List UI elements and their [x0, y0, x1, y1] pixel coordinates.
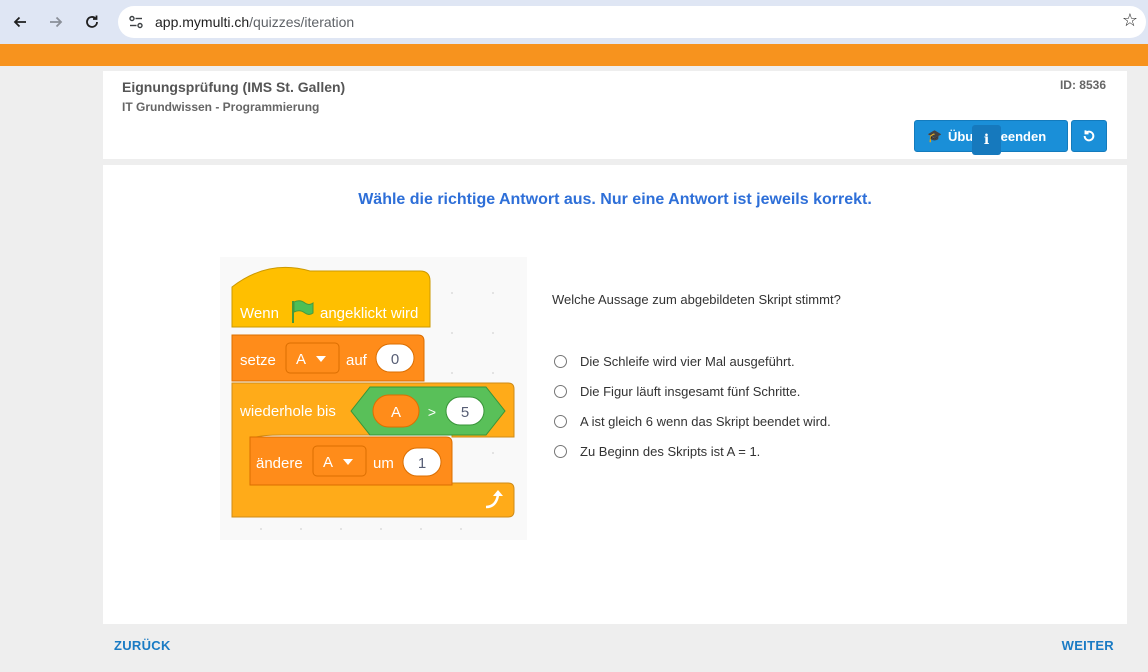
scratch-script-image: Wenn angeklickt wird setze A auf 0 wiede…	[220, 257, 527, 540]
hat-label-2: angeklickt wird	[320, 305, 418, 322]
hat-label-1: Wenn	[240, 305, 279, 322]
quiz-subtitle: IT Grundwissen - Programmierung	[122, 100, 320, 114]
change-var: A	[323, 454, 333, 471]
change-by-label: um	[373, 455, 394, 472]
reload-icon[interactable]	[80, 10, 104, 34]
url-host: app.mymulti.ch	[155, 14, 250, 30]
radio-button[interactable]	[554, 444, 567, 458]
restart-button[interactable]	[1071, 120, 1107, 152]
radio-button[interactable]	[554, 354, 567, 368]
back-arrow-icon[interactable]	[8, 10, 32, 34]
repeat-label: wiederhole bis	[239, 403, 336, 420]
cond-op: >	[428, 404, 436, 420]
answer-option[interactable]: Die Figur läuft insgesamt fünf Schritte.	[554, 382, 800, 400]
restart-icon	[1083, 130, 1095, 142]
browser-toolbar: app.mymulti.ch/quizzes/iteration ☆	[0, 0, 1148, 44]
answer-option-label: Die Figur läuft insgesamt fünf Schritte.	[580, 383, 801, 399]
set-var-dropdown	[285, 342, 340, 374]
next-link[interactable]: WEITER	[1062, 638, 1114, 653]
radio-button[interactable]	[554, 384, 567, 398]
url-path: /quizzes/iteration	[249, 14, 355, 30]
back-link[interactable]: ZURÜCK	[114, 638, 171, 653]
set-to-label: auf	[346, 352, 368, 369]
set-value: 0	[391, 351, 399, 368]
answer-option[interactable]: A ist gleich 6 wenn das Skript beendet w…	[554, 412, 831, 430]
quiz-id: ID: 8536	[1059, 78, 1106, 92]
answer-option-label: Die Schleife wird vier Mal ausgeführt.	[580, 353, 795, 369]
question-text: Welche Aussage zum abgebildeten Skript s…	[552, 292, 841, 307]
cond-value: 5	[461, 404, 469, 421]
answer-option[interactable]: Zu Beginn des Skripts ist A = 1.	[554, 442, 760, 460]
star-icon[interactable]: ☆	[1122, 10, 1138, 31]
instruction-text: Wähle die richtige Antwort aus. Nur eine…	[358, 191, 872, 208]
question-card: Wähle die richtige Antwort aus. Nur eine…	[103, 165, 1127, 624]
answer-option[interactable]: Die Schleife wird vier Mal ausgeführt.	[554, 352, 795, 370]
radio-button[interactable]	[554, 414, 567, 428]
set-label: setze	[240, 352, 276, 369]
tune-icon[interactable]	[128, 14, 144, 30]
address-bar[interactable]: app.mymulti.ch/quizzes/iteration ☆	[118, 6, 1146, 38]
forward-arrow-icon[interactable]	[44, 10, 68, 34]
answer-option-label: Zu Beginn des Skripts ist A = 1.	[580, 443, 761, 459]
graduation-cap-icon: 🎓	[927, 129, 942, 143]
set-var: A	[296, 351, 306, 368]
change-value: 1	[418, 455, 426, 472]
url-text: app.mymulti.ch/quizzes/iteration	[155, 14, 354, 30]
change-var-dropdown	[312, 445, 367, 477]
quiz-header: Eignungsprüfung (IMS St. Gallen) IT Grun…	[103, 71, 1127, 159]
answer-option-label: A ist gleich 6 wenn das Skript beendet w…	[580, 413, 831, 429]
cond-var: A	[391, 404, 401, 421]
brand-band	[0, 44, 1148, 66]
change-label: ändere	[256, 455, 303, 472]
info-icon[interactable]: i	[972, 125, 1001, 155]
quiz-title: Eignungsprüfung (IMS St. Gallen)	[122, 79, 346, 95]
